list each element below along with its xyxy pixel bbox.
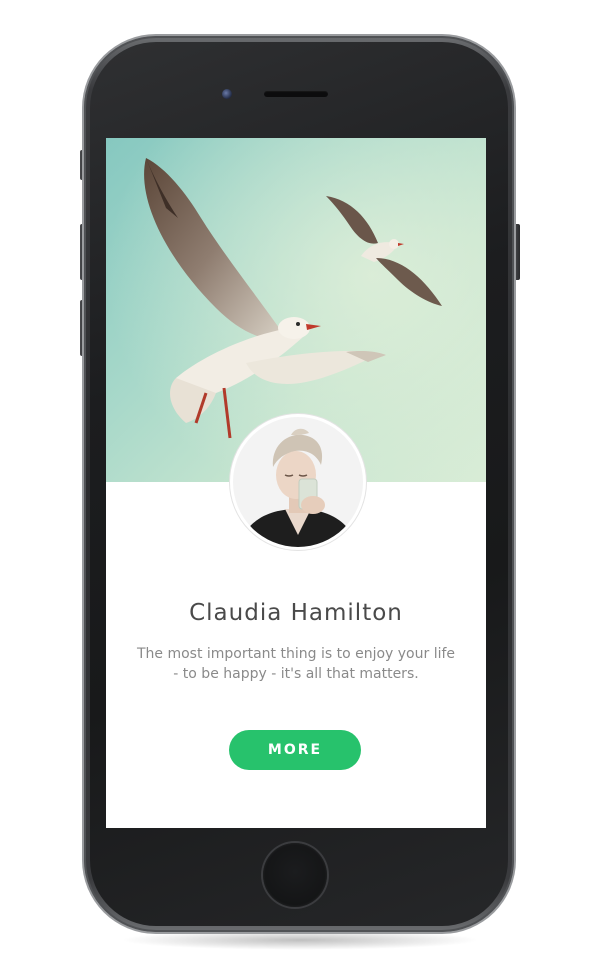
home-button-icon[interactable]	[263, 843, 327, 907]
more-button[interactable]: MORE	[229, 730, 361, 770]
stage: Claudia Hamilton The most important thin…	[0, 0, 600, 975]
avatar	[230, 414, 366, 550]
profile-name: Claudia Hamilton	[189, 600, 403, 626]
avatar-photo	[233, 417, 363, 547]
phone-shadow	[120, 930, 480, 950]
power-button	[514, 224, 520, 280]
front-camera-icon	[222, 89, 232, 99]
earpiece-speaker-icon	[264, 91, 328, 97]
profile-quote: The most important thing is to enjoy you…	[136, 646, 456, 682]
app-screen: Claudia Hamilton The most important thin…	[106, 138, 486, 828]
